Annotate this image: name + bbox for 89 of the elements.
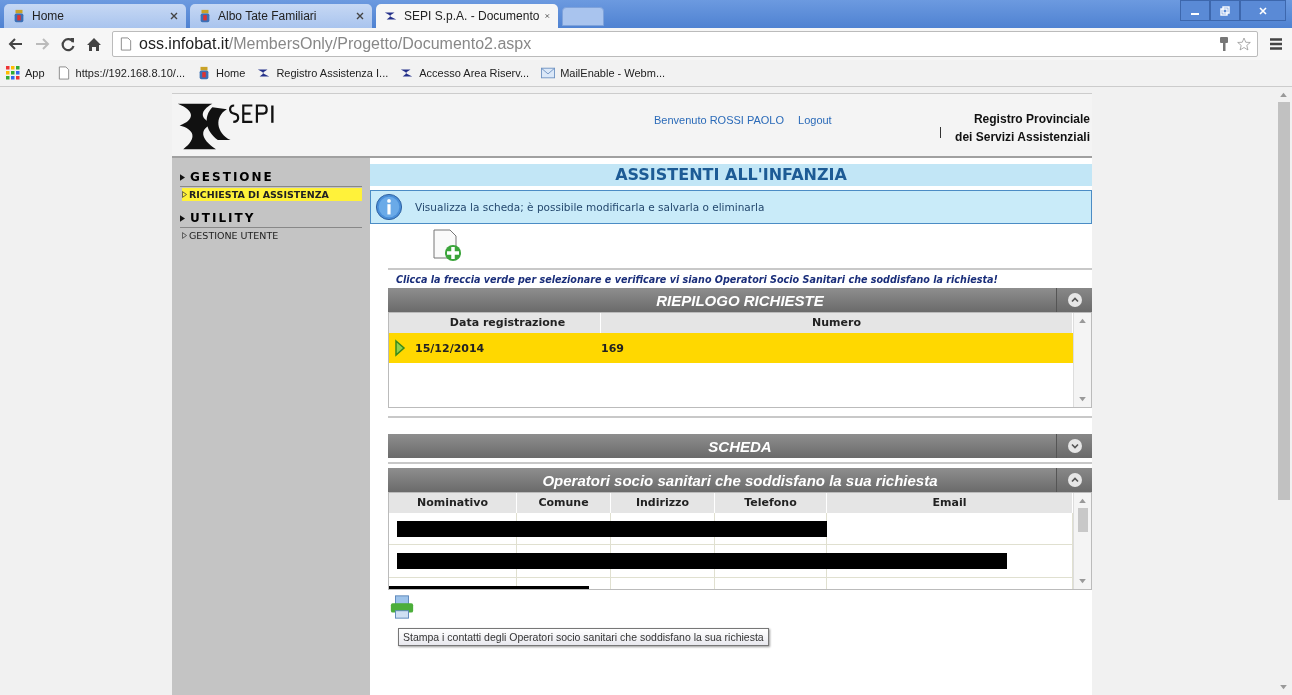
menu-icon[interactable] — [1268, 36, 1284, 52]
collapse-button[interactable] — [1056, 288, 1092, 312]
menu-section[interactable]: GESTIONE — [180, 166, 362, 187]
crest-icon — [12, 9, 26, 23]
bookmark-item[interactable]: Accesso Area Riserv... — [400, 66, 530, 80]
column-header: Telefono — [715, 493, 827, 513]
bookmark-label: Accesso Area Riserv... — [419, 67, 530, 79]
table-cell-text: 15/12/2014 — [414, 341, 486, 355]
panel-title: SCHEDA — [708, 437, 772, 455]
scroll-thumb[interactable] — [1277, 101, 1290, 500]
bookmark-item[interactable]: Registro Assistenza I... — [257, 66, 389, 80]
triangle-icon — [182, 232, 187, 239]
logout-link[interactable]: Logout — [798, 114, 832, 126]
separator-mark — [940, 127, 942, 138]
tab-title: Albo Tate Familiari — [218, 9, 318, 23]
restore-icon — [1220, 5, 1230, 16]
url-text: oss.infobat.it/MembersOnly/Progetto/Documento2.aspx — [139, 35, 533, 53]
page-icon — [56, 66, 71, 80]
panel-title: RIEPILOGO RICHIESTE — [656, 291, 824, 309]
info-text: Visualizza la scheda; è possibile modificarla e salvarla o eliminarla — [415, 201, 765, 213]
column-header: Comune — [517, 493, 611, 513]
close-icon[interactable] — [170, 12, 178, 20]
bookmark-item[interactable]: MailEnable - Webm... — [541, 66, 666, 80]
scroll-up-icon[interactable] — [1079, 498, 1086, 503]
tab-title: Home — [32, 9, 65, 23]
scrollbar[interactable] — [1073, 493, 1091, 589]
info-icon — [375, 193, 403, 221]
welcome-text: Benvenuto ROSSI PAOLO — [654, 114, 785, 126]
tab-title: SEPI S.p.A. - Documento — [404, 9, 540, 23]
column-header: Indirizzo — [611, 493, 715, 513]
printer-icon[interactable] — [388, 594, 416, 620]
home-icon[interactable] — [86, 36, 102, 52]
minimize-button[interactable] — [1180, 0, 1210, 21]
bookmark-label: Home — [216, 67, 246, 79]
star-icon[interactable] — [1237, 36, 1251, 52]
forward-icon[interactable] — [34, 36, 50, 52]
chevron-down-icon — [1067, 439, 1082, 453]
page-title: ASSISTENTI ALL'INFANZIA — [370, 164, 1092, 186]
bookmark-label: Registro Assistenza I... — [276, 67, 389, 79]
crest-icon — [198, 9, 212, 23]
browser-tab[interactable]: Albo Tate Familiari — [190, 4, 372, 28]
scroll-down-icon[interactable] — [1079, 579, 1086, 584]
menu-section[interactable]: UTILITY — [180, 207, 362, 228]
close-icon[interactable] — [545, 12, 550, 20]
site-title: Registro Provinciale — [973, 111, 1090, 128]
scroll-down-icon[interactable] — [1280, 685, 1287, 690]
bookmark-item[interactable]: App — [6, 66, 45, 80]
close-window-button[interactable] — [1240, 0, 1286, 21]
table-cell-text: 169 — [601, 341, 625, 355]
restore-button[interactable] — [1210, 0, 1240, 21]
close-icon[interactable] — [356, 12, 364, 20]
bookmark-label: MailEnable - Webm... — [560, 67, 666, 79]
browser-tab[interactable]: SEPI S.p.A. - Documento — [376, 4, 558, 28]
minimize-icon — [1191, 12, 1199, 15]
address-bar[interactable]: oss.infobat.it/MembersOnly/Progetto/Documento2.aspx — [112, 31, 1258, 57]
play-arrow-icon[interactable] — [394, 339, 406, 357]
tooltip: Stampa i contatti degli Operatori socio sanitari che soddisfano la sua richiesta — [398, 628, 769, 646]
apps-grid-icon — [6, 66, 20, 80]
scrollbar[interactable] — [1073, 313, 1091, 407]
triangle-icon — [180, 215, 185, 222]
key-icon[interactable] — [1217, 36, 1231, 52]
page-icon — [119, 37, 133, 51]
site-title: dei Servizi Assistenziali — [955, 129, 1090, 146]
instruction-text: Clicca la freccia verde per selezionare e verificare vi siano Operatori Socio Sanitari che soddisfano la richiesta! — [396, 274, 999, 285]
collapse-button[interactable] — [1056, 468, 1092, 492]
add-document-icon[interactable] — [432, 228, 462, 262]
bookmark-item[interactable]: Home — [197, 66, 246, 80]
scroll-up-icon[interactable] — [1079, 318, 1086, 323]
close-icon — [1258, 5, 1268, 16]
panel-title: Operatori socio sanitari che soddisfano la sua richiesta — [542, 471, 938, 489]
bookmark-item[interactable]: https://192.168.8.10/... — [56, 66, 186, 80]
scroll-thumb[interactable] — [1077, 508, 1088, 532]
scroll-down-icon[interactable] — [1079, 397, 1086, 402]
collapse-button[interactable] — [1056, 434, 1092, 458]
menu-item[interactable]: RICHIESTA DI ASSISTENZA — [182, 188, 362, 201]
column-header: Nominativo — [389, 493, 517, 513]
bookmark-label: App — [25, 67, 45, 79]
menu-item[interactable]: GESTIONE UTENTE — [182, 229, 362, 242]
table-row[interactable]: 15/12/2014 169 — [389, 333, 1073, 363]
chevron-up-icon — [1067, 473, 1082, 487]
triangle-icon — [180, 174, 185, 181]
back-icon[interactable] — [8, 36, 24, 52]
chevron-up-icon — [1067, 293, 1082, 307]
reload-icon[interactable] — [60, 36, 76, 52]
scroll-up-icon[interactable] — [1280, 92, 1287, 97]
triangle-icon — [182, 191, 187, 198]
bookmark-label: https://192.168.8.10/... — [75, 67, 186, 79]
browser-tab[interactable]: Home — [4, 4, 186, 28]
envelope-icon — [541, 66, 556, 80]
